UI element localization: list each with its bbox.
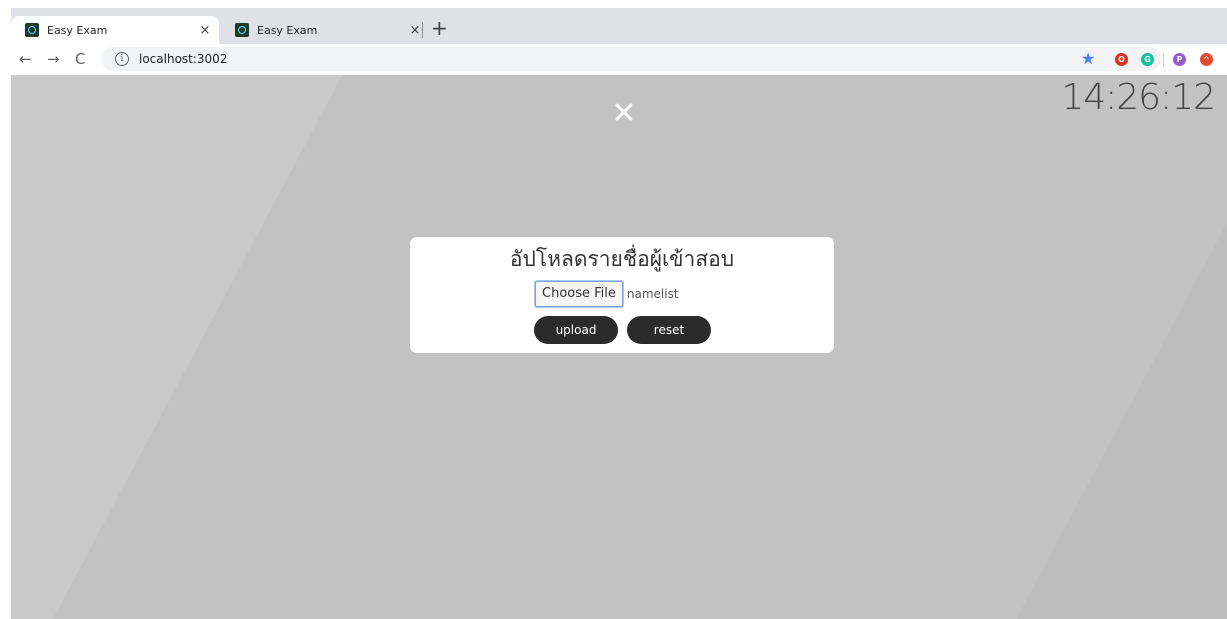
new-tab-icon[interactable]: + <box>431 18 448 38</box>
tab-title: Easy Exam <box>47 23 108 37</box>
forward-arrow-icon[interactable]: → <box>47 50 60 68</box>
react-favicon-icon <box>235 23 249 37</box>
browser-chrome: Easy Exam × Easy Exam × + ← → C i localh… <box>11 8 1227 75</box>
reset-button[interactable]: reset <box>627 316 711 344</box>
toolbar-separator <box>1163 53 1164 67</box>
opera-extension-icon[interactable]: O <box>1115 53 1128 66</box>
file-input[interactable]: Choose File namelist <box>535 281 679 307</box>
tab-title: Easy Exam <box>257 23 318 37</box>
tab-separator <box>422 22 423 38</box>
page-background: ✕ 14:26:12 อัปโหลดรายชื่อผู้เข้าสอบ Choo… <box>11 75 1227 619</box>
red-extension-icon[interactable]: ^ <box>1200 53 1213 66</box>
info-icon[interactable]: i <box>115 52 129 66</box>
upload-card-title: อัปโหลดรายชื่อผู้เข้าสอบ <box>509 247 735 271</box>
tab-close-icon[interactable]: × <box>407 23 423 38</box>
selected-file-name: namelist <box>626 287 679 301</box>
address-bar[interactable]: i localhost:3002 <box>101 47 1161 71</box>
clock: 14:26:12 <box>1061 77 1216 118</box>
react-favicon-icon <box>25 23 39 37</box>
star-bookmark-icon[interactable]: ★ <box>1081 49 1095 68</box>
browser-toolbar: ← → C i localhost:3002 ★ O G P ^ <box>11 44 1227 75</box>
back-arrow-icon[interactable]: ← <box>19 50 32 68</box>
close-icon[interactable]: ✕ <box>609 99 639 129</box>
tab-strip: Easy Exam × Easy Exam × + <box>11 8 1227 44</box>
reload-icon[interactable]: C <box>75 50 85 68</box>
grammarly-extension-icon[interactable]: G <box>1141 53 1154 66</box>
profile-extension-icon[interactable]: P <box>1173 53 1186 66</box>
choose-file-button[interactable]: Choose File <box>535 281 623 307</box>
upload-button[interactable]: upload <box>534 316 618 344</box>
tab-easy-exam-2[interactable]: Easy Exam × <box>221 16 429 44</box>
upload-card: อัปโหลดรายชื่อผู้เข้าสอบ Choose File nam… <box>410 237 834 353</box>
tab-easy-exam-1[interactable]: Easy Exam × <box>11 16 219 44</box>
address-url: localhost:3002 <box>139 52 228 66</box>
tab-close-icon[interactable]: × <box>197 23 213 38</box>
